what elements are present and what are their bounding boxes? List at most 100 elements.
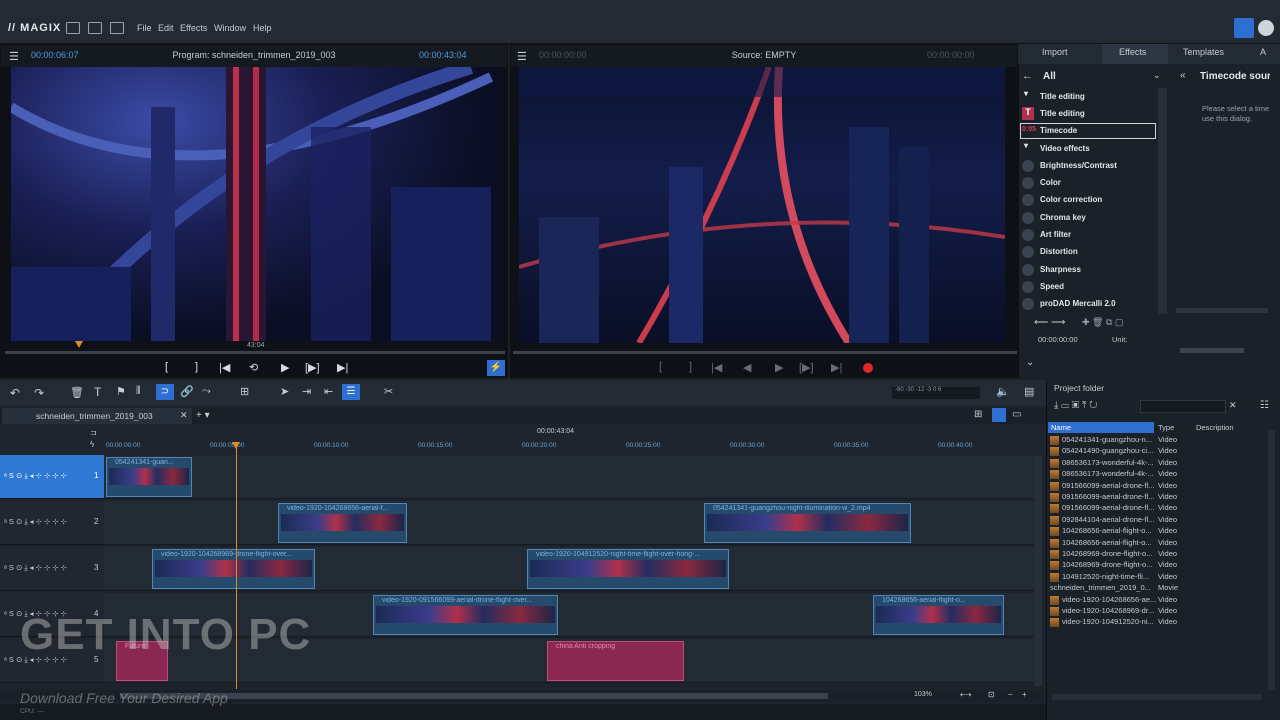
tab-templates[interactable]: Templates bbox=[1183, 47, 1224, 57]
effect-art-filter[interactable]: Art filter bbox=[1020, 227, 1156, 243]
trim-icon[interactable]: ⇥ bbox=[302, 385, 311, 398]
timeline-clip[interactable]: video-1920-104912520-night-time-flight-o… bbox=[527, 549, 729, 589]
project-row[interactable]: 086536173-wonderful-4k-... Video bbox=[1050, 458, 1274, 469]
track-header-3[interactable]: ᵃ S ⊙ ⤓ ◂ ⊹ ⊹ ⊹ ⊹ 3 bbox=[0, 547, 104, 591]
effect-color[interactable]: Color bbox=[1020, 175, 1156, 191]
track-header-1[interactable]: ᵃ S ⊙ ⤓ ◂ ⊹ ⊹ ⊹ ⊹ 1 bbox=[0, 455, 104, 499]
project-row[interactable]: 054241490-guangzhou-ci... Video bbox=[1050, 446, 1274, 457]
project-row[interactable]: schneiden_trimmen_2019_0... Movie bbox=[1050, 583, 1274, 594]
source-play-range-button[interactable]: [▶] bbox=[799, 361, 814, 374]
timeline-clip[interactable]: video-1920-104268969-drone-flight-over..… bbox=[152, 549, 315, 589]
tab-more[interactable]: A bbox=[1260, 47, 1266, 57]
nav-arrows-icon[interactable]: ⟵ ⟶ bbox=[1034, 317, 1065, 328]
menu-edit[interactable]: Edit bbox=[158, 23, 174, 33]
col-name[interactable]: Name bbox=[1051, 423, 1071, 432]
group-title-editing[interactable]: ▾ Title editing bbox=[1020, 89, 1156, 105]
collapse-icon[interactable]: « bbox=[1180, 70, 1186, 81]
loop-button[interactable]: ⟲ bbox=[249, 361, 258, 374]
timeline-clip[interactable]: 104268656-aerial-flight-o... bbox=[873, 595, 1004, 635]
mark-out-button[interactable]: ] bbox=[195, 361, 198, 373]
menu-window[interactable]: Window bbox=[214, 23, 246, 33]
storyboard-icon[interactable]: ▭ bbox=[1012, 409, 1021, 420]
project-toolbar-icons[interactable]: ⤓ ▭ ▣ ⤒ ↻ bbox=[1054, 400, 1098, 411]
save-icon[interactable] bbox=[110, 22, 124, 34]
detail-hscroll[interactable] bbox=[1176, 308, 1268, 313]
source-prev-button[interactable]: ◀ bbox=[743, 361, 751, 374]
split-icon[interactable]: ⫴ bbox=[136, 385, 141, 398]
volume-icon[interactable]: 🔈 bbox=[996, 385, 1010, 398]
new-file-icon[interactable] bbox=[66, 22, 80, 34]
go-start-button[interactable]: |◀ bbox=[219, 361, 230, 374]
source-play-button[interactable]: ▶ bbox=[775, 361, 783, 374]
effect-color-correction[interactable]: Color correction bbox=[1020, 192, 1156, 208]
fit-icon[interactable]: ⟷ bbox=[960, 690, 971, 699]
timeline-clip[interactable]: video-1920-104268656-aerial-f... bbox=[278, 503, 407, 543]
program-scrubber[interactable] bbox=[5, 351, 505, 354]
zoom-level[interactable]: 103% bbox=[914, 691, 932, 698]
slip-icon[interactable]: ⇤ bbox=[324, 385, 333, 398]
project-row[interactable]: 104268656-aerial-flight-o... Video bbox=[1050, 538, 1274, 549]
link-icon[interactable]: 🔗 bbox=[180, 385, 194, 398]
col-type[interactable]: Type bbox=[1158, 423, 1174, 432]
tab-import[interactable]: Import bbox=[1042, 47, 1068, 57]
menu-help[interactable]: Help bbox=[253, 23, 272, 33]
track-header-2[interactable]: ᵃ S ⊙ ⤓ ◂ ⊹ ⊹ ⊹ ⊹ 2 bbox=[0, 501, 104, 545]
track-lane[interactable] bbox=[104, 455, 1034, 499]
multi-tool-icon[interactable]: ☰ bbox=[342, 384, 360, 400]
timeline-clip[interactable]: 054241341-guangzhou-night-illumination-w… bbox=[704, 503, 911, 543]
menu-file[interactable]: File bbox=[137, 23, 152, 33]
project-row[interactable]: video-1920-104268656-ae... Video bbox=[1050, 595, 1274, 606]
project-row[interactable]: 104268969-drone-flight-o... Video bbox=[1050, 549, 1274, 560]
unlink-icon[interactable]: ⤳ bbox=[202, 385, 211, 398]
effect-chroma-key[interactable]: Chroma key bbox=[1020, 210, 1156, 226]
project-row[interactable]: 091566099-aerial-drone-fl... Video bbox=[1050, 492, 1274, 503]
view-mode-icon[interactable]: ⊞ bbox=[974, 409, 982, 420]
close-tab-icon[interactable]: ✕ bbox=[180, 410, 188, 421]
menu-effects[interactable]: Effects bbox=[180, 23, 207, 33]
mixer-icon[interactable]: ▤ bbox=[1024, 385, 1034, 398]
mark-in-button[interactable]: [ bbox=[165, 361, 168, 373]
timeline-clip[interactable]: 054241341-guan... bbox=[106, 457, 192, 497]
back-arrow-icon[interactable]: ← bbox=[1022, 70, 1033, 82]
project-row[interactable]: 104912520-night-time-fli... Video bbox=[1050, 572, 1274, 583]
timeline-vscroll[interactable] bbox=[1034, 456, 1042, 686]
marker-icon[interactable]: ⚑ bbox=[116, 385, 126, 398]
snap-icon[interactable]: ⊐ bbox=[90, 428, 97, 437]
project-row[interactable]: 054241341-guangzhou-n... Video bbox=[1050, 435, 1274, 446]
col-description[interactable]: Description bbox=[1196, 423, 1234, 432]
play-range-button[interactable]: [▶] bbox=[305, 361, 320, 374]
effects-scrollbar[interactable] bbox=[1158, 88, 1167, 314]
effect-speed[interactable]: Speed bbox=[1020, 279, 1156, 295]
razor-icon[interactable]: ✂ bbox=[384, 385, 393, 398]
project-search-input[interactable] bbox=[1140, 400, 1226, 413]
timeline-tab[interactable]: schneiden_trimmen_2019_003 ✕ bbox=[2, 408, 192, 424]
title-tool-icon[interactable]: T bbox=[94, 385, 101, 399]
insert-icon[interactable]: ⊞ bbox=[240, 385, 249, 398]
project-row[interactable]: 104268656-aerial-flight-o... Video bbox=[1050, 526, 1274, 537]
tab-effects[interactable]: Effects bbox=[1119, 47, 1146, 57]
playhead-marker-icon[interactable] bbox=[75, 341, 83, 348]
source-scrubber[interactable] bbox=[513, 351, 1017, 354]
timeline-clip[interactable]: video-1920-091566099-aerial-drone-flight… bbox=[373, 595, 558, 635]
timeline-playhead-handle-icon[interactable] bbox=[232, 442, 240, 449]
pointer-icon[interactable]: ➤ bbox=[280, 385, 289, 398]
record-icon[interactable] bbox=[863, 363, 873, 373]
group-video-effects[interactable]: ▾ Video effects bbox=[1020, 141, 1156, 157]
effect-sharpness[interactable]: Sharpness bbox=[1020, 262, 1156, 278]
lightning-icon[interactable]: ⚡ bbox=[487, 360, 505, 376]
clear-search-icon[interactable]: ✕ bbox=[1229, 400, 1237, 411]
source-go-end-button[interactable]: ▶| bbox=[831, 361, 842, 374]
project-row[interactable]: 104268969-drone-flight-o... Video bbox=[1050, 560, 1274, 571]
source-mark-out-button[interactable]: ] bbox=[689, 361, 692, 373]
play-button[interactable]: ▶ bbox=[281, 361, 289, 374]
project-hscroll[interactable] bbox=[1052, 694, 1262, 700]
effect-tools-icon[interactable]: ✚ 🗑 ⧉ ▢ bbox=[1082, 317, 1123, 328]
project-row[interactable]: 086536173-wonderful-4k-... Video bbox=[1050, 469, 1274, 480]
account-icon[interactable] bbox=[1258, 20, 1274, 36]
open-folder-icon[interactable] bbox=[88, 22, 102, 34]
add-tab-icon[interactable]: + ▾ bbox=[196, 410, 210, 421]
effect-slider[interactable] bbox=[1180, 348, 1244, 353]
effect-timecode[interactable]: 0:05 Timecode bbox=[1020, 123, 1156, 139]
effect-title-editing[interactable]: T Title editing bbox=[1020, 106, 1156, 122]
go-end-button[interactable]: ▶| bbox=[337, 361, 348, 374]
